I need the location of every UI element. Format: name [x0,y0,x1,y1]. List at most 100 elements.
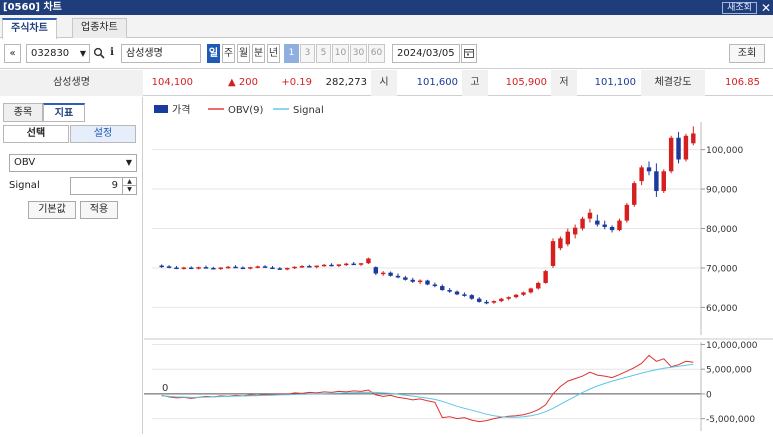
obv-grid [144,343,701,420]
price-axis: 100,000 90,000 80,000 70,000 60,000 [700,122,743,335]
candle-body [432,284,438,287]
stock-code-value: 032830 [31,48,70,59]
candle-body [565,231,571,245]
candle-body [491,301,497,303]
candle-body [174,267,179,270]
interval-5-button[interactable]: 5 [316,44,331,63]
strength-label: 체결강도 [641,70,705,96]
obv-tick-label: -5,000,000 [706,415,755,425]
candle-body [513,294,519,298]
low-price: 101,100 [594,77,636,88]
candle-body [403,277,408,280]
candle-body [654,171,659,192]
collapse-icon[interactable]: « [4,44,21,63]
apply-button[interactable]: 적용 [80,201,118,219]
candle-body [499,298,504,302]
high-label: 고 [462,70,488,96]
search-icon[interactable] [92,44,106,63]
tab-industry-chart[interactable]: 업종차트 [72,18,127,38]
candle-body [447,290,452,292]
candle-body [262,266,268,268]
candle-body [440,286,445,291]
interval-3-button[interactable]: 3 [300,44,315,63]
candle-body [189,267,194,270]
indicator-select[interactable]: OBV ▼ [9,154,137,172]
stepper-up-icon[interactable]: ▲ [122,178,136,186]
stepper-down-icon[interactable]: ▼ [122,186,136,194]
candle-body [550,241,556,266]
interval-30-button[interactable]: 30 [350,44,367,63]
candle-body [632,183,637,205]
candle-body [240,267,246,270]
obv-tick-label: 10,000,000 [706,341,758,351]
quote-stock-name: 삼성생명 [0,70,143,96]
candle-body [181,267,187,270]
refresh-button[interactable]: 새조회 [722,1,757,14]
legend-signal-label: Signal [293,105,324,116]
chart-area[interactable]: 가격 OBV(9) Signal 100,000 90,000 80,000 70,0… [144,97,773,434]
volume: 282,273 [325,77,367,88]
open-label: 시 [371,70,397,96]
candle-body [454,291,460,295]
price-change: ▲ 200 [228,77,258,88]
stock-code-input[interactable]: 032830 ▼ [26,44,90,63]
signal-label: Signal [9,180,40,191]
close-icon[interactable]: ✕ [761,2,771,14]
candle-body [521,292,526,295]
chevron-down-icon[interactable]: ▼ [80,45,86,62]
obv-axis: 10,000,000 5,000,000 0 -5,000,000 [700,341,758,431]
candle-body [277,268,283,270]
indicator-value: OBV [14,157,36,168]
candle-body [624,204,630,221]
calendar-icon[interactable] [461,44,477,63]
price-tick-label: 100,000 [706,146,743,156]
candle-body [602,224,607,227]
candle-body [617,220,622,231]
candle-body [506,297,511,299]
price-tick-label: 80,000 [706,225,738,235]
obv-tick-label: 5,000,000 [706,366,752,376]
period-minute-button[interactable]: 분 [252,44,265,63]
interval-10-button[interactable]: 10 [332,44,349,63]
price-tick-label: 60,000 [706,304,738,314]
period-year-button[interactable]: 년 [267,44,280,63]
subtab-settings[interactable]: 설정 [70,125,136,143]
window-titlebar: [0560] 차트 새조회 ✕ [0,0,773,15]
stock-name-field[interactable]: 삼성생명 [121,44,201,63]
query-button[interactable]: 조회 [729,44,765,63]
info-icon[interactable]: i [106,44,118,63]
candle-body [410,279,415,282]
zero-line-label: 0 [162,383,168,394]
candle-body [469,295,475,299]
subtab-select[interactable]: 선택 [3,125,69,143]
price-tick-label: 90,000 [706,186,738,196]
period-month-button[interactable]: 월 [237,44,250,63]
change-percent: +0.19 [281,77,312,88]
window-title: [0560] 차트 [3,2,62,13]
candle-body [225,266,231,269]
candle-body [203,267,209,269]
tab-indicators[interactable]: 지표 [43,103,85,122]
titlebar-controls: 새조회 ✕ [722,0,771,15]
chevron-down-icon[interactable]: ▼ [126,155,132,171]
interval-60-button[interactable]: 60 [368,44,385,63]
series-line-signal [161,363,694,418]
candle-body [211,267,216,270]
candle-body [321,264,327,267]
signal-stepper[interactable]: 9 ▲ ▼ [70,177,137,195]
chart-svg[interactable]: 가격 OBV(9) Signal 100,000 90,000 80,000 70,0… [144,97,773,434]
interval-1-button[interactable]: 1 [284,44,299,63]
date-input[interactable]: 2024/03/05 [392,44,460,63]
candle-body [351,263,356,266]
default-button[interactable]: 기본값 [28,201,76,219]
tab-stocks[interactable]: 종목 [3,103,43,122]
candle-body [595,220,600,225]
candle-body [395,275,401,278]
tab-stock-chart[interactable]: 주식차트 [2,18,57,39]
period-week-button[interactable]: 주 [222,44,235,63]
obv-series [161,354,694,423]
candle-body [284,267,290,270]
candle-body [462,294,467,296]
candle-body [425,280,430,285]
period-day-button[interactable]: 일 [207,44,220,63]
